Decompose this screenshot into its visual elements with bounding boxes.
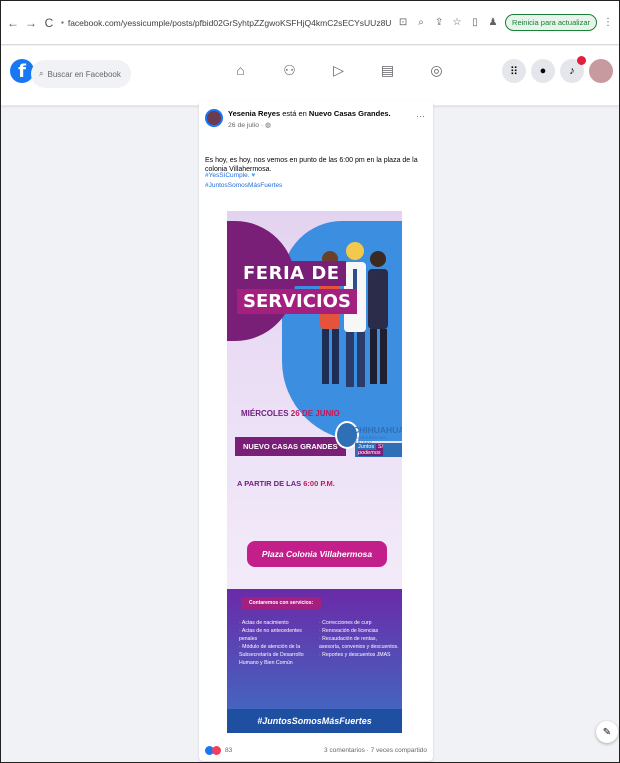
public-icon: ◍ (265, 122, 271, 129)
more-options-icon[interactable]: ··· (416, 111, 425, 121)
service-item: Reportes y descuentos JMAS (319, 651, 399, 659)
friends-icon[interactable]: ⚇ (265, 62, 314, 79)
browser-menu-icon[interactable]: ⋮ (603, 17, 613, 28)
service-item: Recaudación de rentas, asesoría, conveni… (319, 635, 399, 651)
reload-icon[interactable]: C (43, 16, 55, 30)
post-location[interactable]: Nuevo Casas Grandes. (309, 109, 391, 118)
address-bar[interactable]: ▪ facebook.com/yessicumple/posts/pfbid02… (61, 18, 391, 28)
services-left-list: Actas de nacimiento Actas de no antecede… (239, 619, 317, 667)
flyer-date: MIÉRCOLES 26 DE JUNIO (241, 409, 340, 418)
flyer-place: NUEVO CASAS GRANDES (235, 437, 346, 456)
browser-toolbar: ← → C ▪ facebook.com/yessicumple/posts/p… (1, 1, 619, 45)
services-right-list: Correcciones de curp Renovación de licen… (319, 619, 399, 659)
workers-illustration (320, 242, 388, 387)
forward-icon[interactable]: → (25, 16, 37, 30)
post-image[interactable]: FERIA DE SERVICIOS MIÉRCOLES 26 DE JUNIO… (227, 211, 402, 733)
post-card: Yesenia Reyes está en Nuevo Casas Grande… (199, 101, 433, 761)
author-action: está en (282, 109, 307, 118)
blue-heart-icon: ♥ (251, 172, 256, 179)
post-author-line: Yesenia Reyes está en Nuevo Casas Grande… (228, 109, 391, 118)
flyer-services-panel: Contaremos con servicios: Actas de nacim… (227, 589, 402, 733)
facebook-header: f ⌕ Buscar en Facebook ⌂ ⚇ ▷ ▤ ◎ ⠿ ● ♪ (1, 46, 619, 106)
service-item: Correcciones de curp (319, 619, 399, 627)
post-footer: 83 3 comentarios · 7 veces compartido (199, 739, 433, 761)
back-icon[interactable]: ← (7, 16, 19, 30)
state-name: CHIHUAHUA (353, 425, 402, 435)
notifications-bell-icon[interactable]: ♪ (560, 56, 586, 83)
service-item: Módulo de atención de la Subsecretaría d… (239, 643, 317, 667)
flyer-time-prefix: A PARTIR DE LAS (237, 479, 302, 488)
hashtag-link[interactable]: #YesSíCumple. (205, 172, 250, 179)
search-input[interactable]: ⌕ Buscar en Facebook (31, 60, 131, 88)
menu-grid-icon[interactable]: ⠿ (502, 59, 526, 83)
flyer-time: A PARTIR DE LAS 6:00 P.M. (237, 479, 335, 488)
video-icon[interactable]: ▷ (314, 62, 363, 79)
new-message-icon[interactable]: ✎ (596, 721, 618, 743)
home-icon[interactable]: ⌂ (216, 62, 265, 79)
service-item: Renovación de licencias (319, 627, 399, 635)
search-placeholder: Buscar en Facebook (47, 69, 121, 79)
service-item: Actas de nacimiento (239, 619, 317, 627)
hashtag-link[interactable]: #JuntosSomosMásFuertes (205, 181, 282, 191)
flyer-date-prefix: MIÉRCOLES (241, 409, 289, 418)
flyer-title-line2: SERVICIOS (237, 289, 357, 314)
post-header: Yesenia Reyes está en Nuevo Casas Grande… (199, 101, 433, 141)
gaming-icon[interactable]: ◎ (412, 62, 461, 79)
site-info-icon[interactable]: ▪ (61, 18, 64, 27)
flyer-title-line1: FERIA DE (237, 261, 346, 286)
flyer-date-highlight: 26 DE JUNIO (290, 409, 340, 418)
author-name[interactable]: Yesenia Reyes (228, 109, 280, 118)
address-text: facebook.com/yessicumple/posts/pfbid02Gr… (67, 17, 391, 28)
search-icon: ⌕ (39, 69, 44, 78)
notification-badge (577, 56, 586, 65)
profile-icon[interactable]: ♟ (487, 17, 499, 28)
post-hashtags: #YesSíCumple. ♥ #JuntosSomosMásFuertes (205, 171, 282, 192)
author-avatar[interactable] (205, 109, 223, 127)
install-icon[interactable]: ⊡ (397, 17, 409, 28)
service-item: Actas de no antecedentes penales (239, 627, 317, 643)
flyer-time-highlight: 6:00 P.M. (303, 479, 335, 488)
messenger-icon[interactable]: ● (531, 59, 555, 83)
zoom-icon[interactable]: ⌕ (415, 17, 427, 28)
post-stats[interactable]: 3 comentarios · 7 veces compartido (324, 747, 427, 754)
services-title: Contaremos con servicios: (241, 597, 322, 609)
love-reaction-icon (212, 745, 221, 755)
share-icon[interactable]: ⇪ (433, 17, 445, 28)
post-date-text: 26 de julio · (228, 122, 264, 129)
marketplace-icon[interactable]: ▤ (363, 62, 412, 79)
flyer-plaza: Plaza Colonia Villahermosa (247, 541, 387, 567)
post-date[interactable]: 26 de julio · ◍ (228, 121, 271, 129)
flyer-hashtag: #JuntosSomosMásFuertes (227, 709, 402, 733)
reload-to-update-button[interactable]: Reinicia para actualizar (505, 14, 597, 31)
sidepanel-icon[interactable]: ▯ (469, 17, 481, 28)
state-slogan: Juntos Sí podemos (355, 443, 402, 457)
bookmark-star-icon[interactable]: ☆ (451, 17, 463, 28)
avatar[interactable] (589, 59, 613, 83)
reactions-count: 83 (225, 746, 233, 754)
reactions[interactable]: 83 (205, 745, 233, 755)
